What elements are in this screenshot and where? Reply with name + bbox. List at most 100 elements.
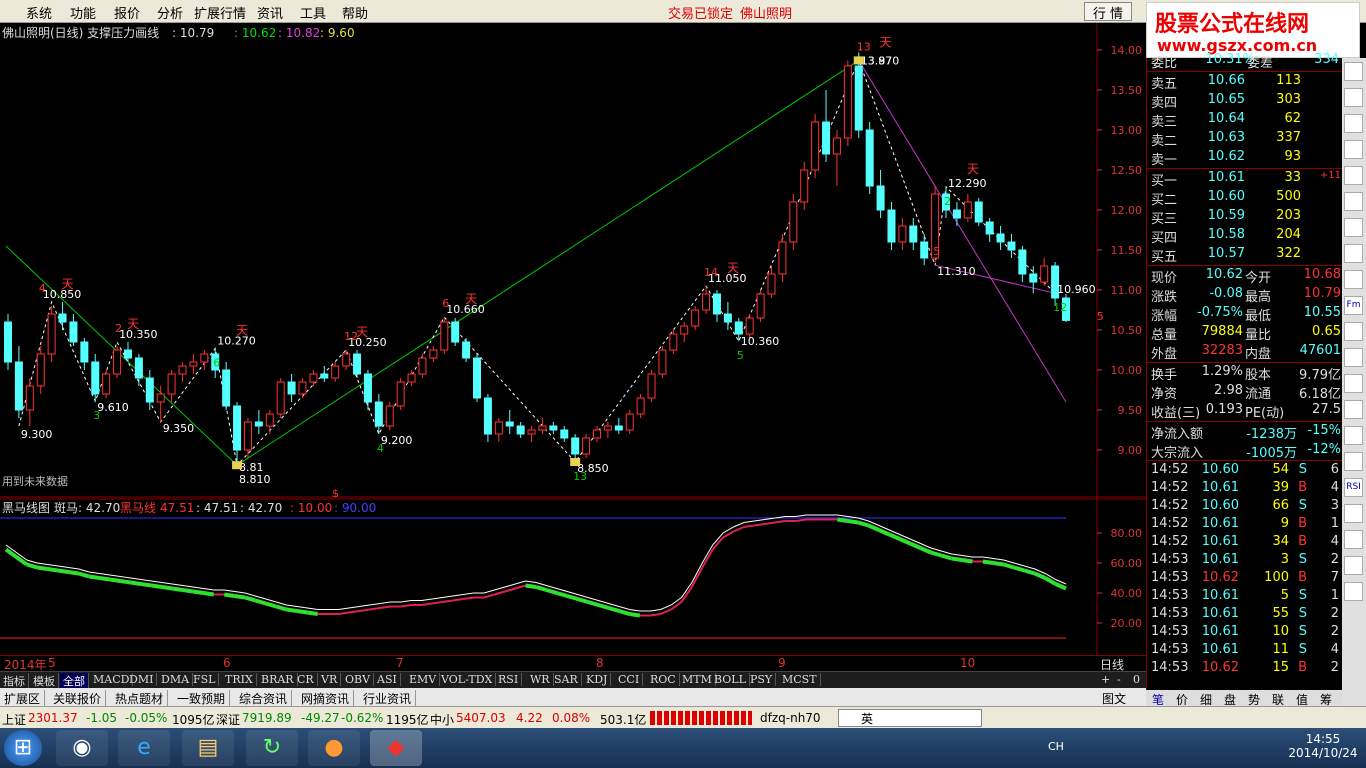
indicator-tab-5[interactable]: DMA <box>158 673 194 686</box>
menu-news[interactable]: 资讯 <box>257 3 283 22</box>
tab-control-0[interactable]: + <box>1098 673 1113 686</box>
indicator-tab-18[interactable]: KDJ <box>583 673 612 686</box>
indicator-tab-19[interactable]: CCI <box>615 673 644 686</box>
indicator-tab-2[interactable]: 全部 <box>60 673 89 689</box>
menu-function[interactable]: 功能 <box>70 3 96 22</box>
clock[interactable]: 14:55 2014/10/24 <box>1288 732 1358 760</box>
tool-button-6[interactable] <box>1344 218 1363 237</box>
app-icon[interactable]: ◉ <box>56 730 108 766</box>
horse-line-segment <box>629 612 641 618</box>
tool-button-1[interactable] <box>1344 88 1363 107</box>
tool-button-18[interactable] <box>1344 530 1363 549</box>
indicator-tab-6[interactable]: FSL <box>190 673 220 686</box>
tool-button-12[interactable] <box>1344 374 1363 393</box>
horse-line-segment <box>151 583 163 589</box>
sell-label: 卖一 <box>1151 153 1178 168</box>
refresh-app-icon[interactable]: ↻ <box>246 730 298 766</box>
tool-button-11[interactable] <box>1344 348 1363 367</box>
info-tab-5[interactable]: 网摘资讯 <box>297 690 355 707</box>
candle <box>462 341 471 359</box>
indicator-tab-0[interactable]: 指标 <box>0 673 29 689</box>
tool-button-17[interactable] <box>1344 504 1363 523</box>
info-tab-3[interactable]: 一致预期 <box>173 690 231 707</box>
start-icon[interactable]: ⊞ <box>4 730 42 766</box>
buy-price: 10.60 <box>1207 189 1245 204</box>
ie-icon[interactable]: e <box>118 730 170 766</box>
tool-button-3[interactable] <box>1344 140 1363 159</box>
tool-button-20[interactable] <box>1344 582 1363 601</box>
indicator-chart[interactable]: 黑马线图 斑马: 42.70 黑马线 47.51 : 47.51 : 42.70… <box>0 498 1146 655</box>
indicator-tab-22[interactable]: BOLL <box>711 673 750 686</box>
indicator-tab-7[interactable]: TRIX <box>222 673 257 686</box>
tool-button-5[interactable] <box>1344 192 1363 211</box>
stat-value-b: 47601 <box>1299 343 1341 358</box>
sell-price: 10.63 <box>1207 130 1245 145</box>
indicator-tab-14[interactable]: VOL-TDX <box>438 673 497 686</box>
tool-button-4[interactable] <box>1344 166 1363 185</box>
indicator-tab-17[interactable]: SAR <box>551 673 582 686</box>
tool-button-16[interactable]: RSI <box>1344 478 1363 497</box>
tab-control-2[interactable]: 0 <box>1130 673 1143 686</box>
ime-mode[interactable]: 英 <box>861 712 873 726</box>
ime-toolbar[interactable]: 英 <box>838 709 982 727</box>
firefox-icon[interactable]: ● <box>308 730 360 766</box>
tool-button-15[interactable] <box>1344 452 1363 471</box>
indicator-tab-23[interactable]: PSY <box>747 673 777 686</box>
sky-label: 天 <box>727 261 739 275</box>
menu-quote[interactable]: 报价 <box>114 3 140 22</box>
tool-button-10[interactable] <box>1344 322 1363 341</box>
indicator-tab-13[interactable]: EMV <box>406 673 441 686</box>
indicator-tab-10[interactable]: VR <box>318 673 342 686</box>
indicator-tab-20[interactable]: ROC <box>647 673 680 686</box>
menu-analysis[interactable]: 分析 <box>157 3 183 22</box>
tool-button-2[interactable] <box>1344 114 1363 133</box>
price-chart[interactable]: 佛山照明(日线) 支撑压力画线 : 10.79 : 10.62 : 10.82 … <box>0 23 1146 498</box>
candle <box>134 357 143 379</box>
tool-button-13[interactable] <box>1344 400 1363 419</box>
candle <box>952 209 961 219</box>
stat-value-a: 79884 <box>1201 324 1243 339</box>
horse-line-segment <box>961 558 973 564</box>
menu-extended[interactable]: 扩展行情 <box>194 3 246 22</box>
info-tab-6[interactable]: 行业资讯 <box>359 690 417 707</box>
tick-side: S <box>1298 588 1307 603</box>
tool-button-8[interactable] <box>1344 270 1363 289</box>
indicator-tab-24[interactable]: MCST <box>779 673 821 686</box>
indicator-tab-4[interactable]: DMI <box>126 673 158 686</box>
tool-button-14[interactable] <box>1344 426 1363 445</box>
tool-button-7[interactable] <box>1344 244 1363 263</box>
menu-system[interactable]: 系统 <box>26 3 52 22</box>
indicator-tab-8[interactable]: BRAR <box>258 673 298 686</box>
indicator-tab-12[interactable]: ASI <box>374 673 401 686</box>
indicator-tab-16[interactable]: WR <box>527 673 554 686</box>
info-tab-1[interactable]: 关联报价 <box>49 690 107 707</box>
indicator-tab-15[interactable]: RSI <box>495 673 523 686</box>
sz-index-amount: 1195亿 <box>386 713 429 727</box>
info-tab-0[interactable]: 扩展区 <box>0 690 46 707</box>
menu-help[interactable]: 帮助 <box>342 3 368 22</box>
pivot-label: 13.97 <box>861 54 893 67</box>
tool-button-0[interactable] <box>1344 62 1363 81</box>
horse-line-segment <box>192 589 204 595</box>
tick-price: 10.61 <box>1201 552 1239 567</box>
language-indicator[interactable]: CH <box>1048 740 1064 753</box>
tick-time: 14:53 <box>1151 606 1189 621</box>
indicator-tab-9[interactable]: CR <box>294 673 318 686</box>
tool-button-9[interactable]: Fm <box>1344 296 1363 315</box>
taskbar: ⊞ ◉ e ▤ ↻ ● ◆ CH 14:55 2014/10/24 <box>0 728 1366 768</box>
indicator-tab-1[interactable]: 模板 <box>30 673 59 689</box>
horse-line-segment <box>223 592 235 598</box>
info-tab-2[interactable]: 热点题材 <box>111 690 169 707</box>
menu-tools[interactable]: 工具 <box>300 3 326 22</box>
tab-control-1[interactable]: - <box>1114 673 1124 686</box>
quote-button[interactable]: 行 情 <box>1084 2 1132 22</box>
folder-icon[interactable]: ▤ <box>182 730 234 766</box>
indicator-tab-11[interactable]: OBV <box>342 673 375 686</box>
chart-value-2: : 10.62 <box>234 26 276 40</box>
stock-app-icon[interactable]: ◆ <box>370 730 422 766</box>
sh-index-amount: 1095亿 <box>172 713 215 727</box>
pivot-label: 9.200 <box>381 434 413 447</box>
info-tab-4[interactable]: 综合资讯 <box>235 690 293 707</box>
candle <box>756 293 765 319</box>
tool-button-19[interactable] <box>1344 556 1363 575</box>
